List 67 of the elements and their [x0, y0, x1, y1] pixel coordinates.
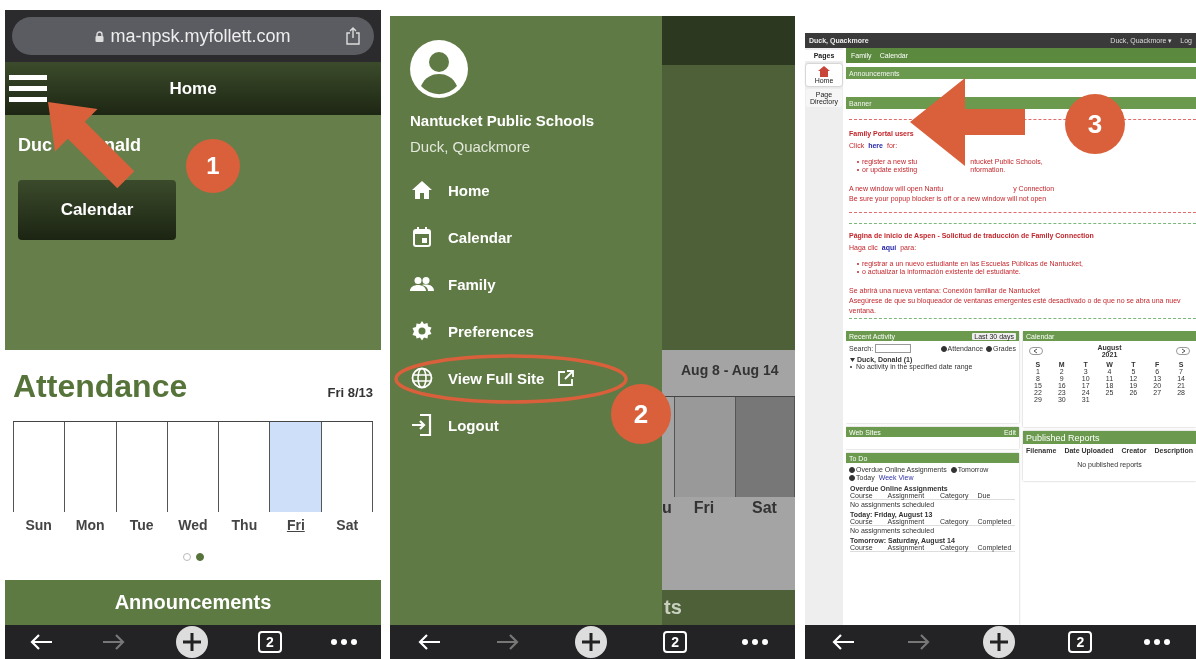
user-name: Duck, Quackmore: [410, 138, 532, 155]
more-icon[interactable]: [1144, 639, 1171, 645]
calendar-button[interactable]: Calendar: [18, 180, 176, 240]
tab-count[interactable]: 2: [663, 631, 688, 653]
menu-item[interactable]: Logout: [410, 414, 499, 436]
attendance-title: Attendance: [13, 368, 188, 405]
filter-checkbox[interactable]: [986, 345, 993, 352]
day-label[interactable]: Fri: [270, 517, 322, 533]
page-dot[interactable]: [195, 553, 204, 561]
url-field[interactable]: ma-npsk.myfollett.com: [12, 17, 374, 55]
back-icon[interactable]: [830, 633, 855, 651]
previous-month-icon[interactable]: [1029, 347, 1043, 355]
new-tab-icon[interactable]: [574, 625, 609, 659]
next-month-icon[interactable]: [1176, 347, 1190, 355]
share-icon[interactable]: [346, 27, 360, 45]
day-cell[interactable]: [269, 422, 321, 512]
search-field[interactable]: [875, 344, 912, 353]
forward-icon[interactable]: [102, 633, 127, 651]
forward-icon[interactable]: [906, 633, 931, 651]
home-icon: [410, 181, 434, 199]
menu-item[interactable]: Calendar: [410, 226, 513, 248]
attendance-date: Fri 8/13: [327, 385, 373, 400]
external-link-icon: [558, 370, 575, 386]
globe-icon: [410, 367, 434, 389]
new-tab-icon[interactable]: [982, 625, 1017, 659]
student-name: Duc: [18, 135, 52, 156]
day-cell[interactable]: [320, 422, 373, 512]
option-checkbox[interactable]: [849, 474, 855, 481]
day-label[interactable]: Mon: [64, 517, 116, 533]
back-icon[interactable]: [29, 633, 54, 651]
more-icon[interactable]: [741, 639, 768, 645]
day-label[interactable]: Tue: [115, 517, 168, 533]
day-label: Fri: [692, 499, 716, 517]
people-icon: [410, 277, 434, 291]
back-icon[interactable]: [417, 633, 442, 651]
forward-icon[interactable]: [495, 633, 520, 651]
lock-icon: [95, 30, 105, 42]
house-icon: [818, 66, 830, 77]
day-label[interactable]: Thu: [218, 517, 271, 533]
day-label: Sat: [751, 499, 778, 517]
day-label: u: [662, 499, 673, 517]
announcements-bar[interactable]: Announcements: [5, 580, 381, 625]
settings-icon: [410, 321, 434, 341]
calendar-icon: [410, 227, 434, 247]
dimmed-announcements-bar: ts: [662, 590, 795, 625]
menu-item[interactable]: Preferences: [410, 320, 534, 342]
widget-header: Published Reports: [1023, 431, 1196, 444]
menu-icon[interactable]: [9, 74, 47, 103]
week-range: Aug 8 - Aug 14: [681, 362, 780, 378]
logout-icon: [410, 414, 434, 436]
expand-triangle-icon[interactable]: [850, 357, 855, 362]
more-icon[interactable]: [330, 639, 357, 645]
option-checkbox[interactable]: [950, 466, 957, 473]
avatar-icon: [410, 40, 468, 98]
step-badge: 3: [1065, 94, 1125, 154]
menu-item[interactable]: Home: [410, 179, 490, 201]
new-tab-icon[interactable]: [175, 625, 209, 659]
day-label[interactable]: Sat: [321, 517, 373, 533]
tab-count[interactable]: 2: [257, 631, 282, 653]
page-title: Home: [169, 78, 217, 99]
tab-count[interactable]: 2: [1068, 631, 1093, 653]
day-label[interactable]: Wed: [167, 517, 219, 533]
option-checkbox[interactable]: [849, 466, 855, 473]
day-label[interactable]: Sun: [13, 517, 65, 533]
menu-item[interactable]: Family: [410, 273, 496, 295]
filter-checkbox[interactable]: [940, 345, 947, 352]
district-name: Nantucket Public Schools: [410, 112, 596, 129]
